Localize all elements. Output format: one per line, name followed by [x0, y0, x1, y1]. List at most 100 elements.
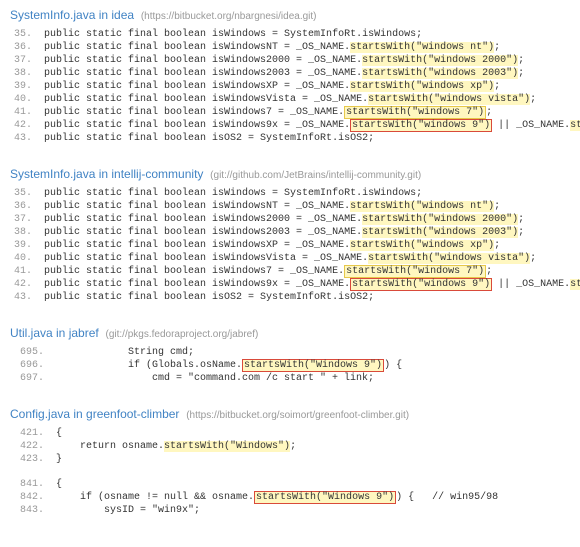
code-line: 36.public static final boolean isWindows…: [10, 200, 580, 213]
code-line: 41.public static final boolean isWindows…: [10, 265, 580, 278]
code-content[interactable]: String cmd;: [54, 346, 570, 359]
line-number: 37.: [10, 213, 42, 226]
line-number: 421.: [10, 427, 54, 440]
code-content[interactable]: public static final boolean isWindowsNT …: [42, 200, 580, 213]
line-number: 40.: [10, 93, 42, 106]
code-content[interactable]: public static final boolean isWindows9x …: [42, 119, 580, 132]
code-gap: [10, 466, 570, 478]
code-content[interactable]: public static final boolean isOS2 = Syst…: [42, 291, 580, 304]
code-content[interactable]: if (osname != null && osname.startsWith(…: [54, 491, 570, 504]
code-content[interactable]: public static final boolean isWindows = …: [42, 28, 580, 41]
line-number: 422.: [10, 440, 54, 453]
result-title-link[interactable]: Config.java in greenfoot-climber: [10, 407, 179, 421]
code-content[interactable]: public static final boolean isWindows200…: [42, 67, 580, 80]
code-line: 841.{: [10, 478, 570, 491]
code-line: 42.public static final boolean isWindows…: [10, 278, 580, 291]
line-number: 36.: [10, 200, 42, 213]
code-line: 421.{: [10, 427, 570, 440]
code-content[interactable]: }: [54, 453, 570, 466]
code-content[interactable]: return osname.startsWith("Windows");: [54, 440, 570, 453]
line-number: 40.: [10, 252, 42, 265]
line-number: 843.: [10, 504, 54, 517]
code-line: 843. sysID = "win9x";: [10, 504, 570, 517]
code-content[interactable]: {: [54, 427, 570, 440]
code-line: 697. cmd = "command.com /c start " + lin…: [10, 372, 570, 385]
code-content[interactable]: public static final boolean isWindows9x …: [42, 278, 580, 291]
line-number: 39.: [10, 239, 42, 252]
line-number: 35.: [10, 187, 42, 200]
code-line: 696. if (Globals.osName.startsWith("Wind…: [10, 359, 570, 372]
code-line: 41.public static final boolean isWindows…: [10, 106, 580, 119]
result-header: SystemInfo.java in intellij-community (g…: [10, 167, 570, 181]
code-line: 39.public static final boolean isWindows…: [10, 239, 580, 252]
code-content[interactable]: public static final boolean isWindowsNT …: [42, 41, 580, 54]
code-line: 38.public static final boolean isWindows…: [10, 67, 580, 80]
result-block: Config.java in greenfoot-climber (https:…: [10, 407, 570, 517]
result-title-link[interactable]: SystemInfo.java in intellij-community: [10, 167, 203, 181]
line-number: 696.: [10, 359, 54, 372]
result-path: (https://bitbucket.org/soimort/greenfoot…: [183, 410, 409, 421]
line-number: 41.: [10, 265, 42, 278]
code-content[interactable]: if (Globals.osName.startsWith("Windows 9…: [54, 359, 570, 372]
line-number: 42.: [10, 278, 42, 291]
result-header: SystemInfo.java in idea (https://bitbuck…: [10, 8, 570, 22]
code-line: 37.public static final boolean isWindows…: [10, 54, 580, 67]
code-snippet: 35.public static final boolean isWindows…: [10, 28, 580, 145]
result-header: Config.java in greenfoot-climber (https:…: [10, 407, 570, 421]
result-path: (git://pkgs.fedoraproject.org/jabref): [103, 329, 259, 340]
result-path: (git://github.com/JetBrains/intellij-com…: [207, 170, 421, 181]
line-number: 695.: [10, 346, 54, 359]
line-number: 38.: [10, 67, 42, 80]
code-line: 36.public static final boolean isWindows…: [10, 41, 580, 54]
code-line: 38.public static final boolean isWindows…: [10, 226, 580, 239]
code-line: 40.public static final boolean isWindows…: [10, 252, 580, 265]
line-number: 43.: [10, 132, 42, 145]
result-title-link[interactable]: Util.java in jabref: [10, 326, 99, 340]
search-results: SystemInfo.java in idea (https://bitbuck…: [10, 8, 570, 517]
result-block: SystemInfo.java in intellij-community (g…: [10, 167, 570, 304]
line-number: 36.: [10, 41, 42, 54]
code-snippet: 421.{422. return osname.startsWith("Wind…: [10, 427, 570, 517]
result-header: Util.java in jabref (git://pkgs.fedorapr…: [10, 326, 570, 340]
code-line: 42.public static final boolean isWindows…: [10, 119, 580, 132]
code-line: 842. if (osname != null && osname.starts…: [10, 491, 570, 504]
line-number: 43.: [10, 291, 42, 304]
line-number: 37.: [10, 54, 42, 67]
code-line: 39.public static final boolean isWindows…: [10, 80, 580, 93]
line-number: 35.: [10, 28, 42, 41]
code-line: 35.public static final boolean isWindows…: [10, 187, 580, 200]
code-content[interactable]: public static final boolean isWindows = …: [42, 187, 580, 200]
code-snippet: 35.public static final boolean isWindows…: [10, 187, 580, 304]
code-line: 43.public static final boolean isOS2 = S…: [10, 132, 580, 145]
line-number: 38.: [10, 226, 42, 239]
result-path: (https://bitbucket.org/nbargnesi/idea.gi…: [138, 11, 316, 22]
code-content[interactable]: public static final boolean isWindowsVis…: [42, 93, 580, 106]
code-content[interactable]: {: [54, 478, 570, 491]
code-line: 35.public static final boolean isWindows…: [10, 28, 580, 41]
code-content[interactable]: public static final boolean isWindows7 =…: [42, 265, 580, 278]
line-number: 41.: [10, 106, 42, 119]
code-content[interactable]: public static final boolean isWindowsVis…: [42, 252, 580, 265]
code-snippet: 695. String cmd;696. if (Globals.osName.…: [10, 346, 570, 385]
code-content[interactable]: cmd = "command.com /c start " + link;: [54, 372, 570, 385]
code-line: 422. return osname.startsWith("Windows")…: [10, 440, 570, 453]
result-title-link[interactable]: SystemInfo.java in idea: [10, 8, 134, 22]
line-number: 423.: [10, 453, 54, 466]
code-line: 37.public static final boolean isWindows…: [10, 213, 580, 226]
code-content[interactable]: public static final boolean isWindows200…: [42, 213, 580, 226]
code-content[interactable]: public static final boolean isWindowsXP …: [42, 80, 580, 93]
result-block: Util.java in jabref (git://pkgs.fedorapr…: [10, 326, 570, 385]
code-line: 423.}: [10, 453, 570, 466]
code-content[interactable]: public static final boolean isWindows200…: [42, 226, 580, 239]
code-content[interactable]: sysID = "win9x";: [54, 504, 570, 517]
line-number: 842.: [10, 491, 54, 504]
line-number: 841.: [10, 478, 54, 491]
code-content[interactable]: public static final boolean isWindows7 =…: [42, 106, 580, 119]
result-block: SystemInfo.java in idea (https://bitbuck…: [10, 8, 570, 145]
code-content[interactable]: public static final boolean isWindowsXP …: [42, 239, 580, 252]
code-content[interactable]: public static final boolean isWindows200…: [42, 54, 580, 67]
line-number: 42.: [10, 119, 42, 132]
code-line: 695. String cmd;: [10, 346, 570, 359]
code-content[interactable]: public static final boolean isOS2 = Syst…: [42, 132, 580, 145]
line-number: 697.: [10, 372, 54, 385]
